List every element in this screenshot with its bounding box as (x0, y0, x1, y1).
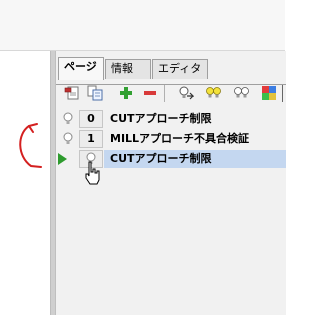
bulb-yellow-icon[interactable] (205, 85, 223, 101)
page-title[interactable]: CUTアプローチ制限 (104, 150, 286, 168)
tab-editor[interactable]: エディタ (152, 59, 208, 79)
toolbar-edge (282, 84, 283, 102)
page-title[interactable]: MILLアプローチ不具合検証 (104, 130, 286, 148)
remove-icon[interactable] (142, 85, 158, 101)
bulb-off-icon (63, 132, 73, 144)
annotation-arrow-icon (19, 123, 42, 168)
bulb-arrow-icon[interactable] (178, 85, 195, 101)
page-number: 1 (79, 130, 103, 148)
tab-info[interactable]: 情報 (105, 59, 151, 79)
page-row[interactable]: 0 CUTアプローチ制限 (56, 109, 286, 129)
add-icon[interactable] (118, 85, 134, 101)
page-new-icon[interactable] (64, 85, 80, 101)
canvas-area[interactable] (0, 51, 50, 315)
page-title[interactable]: CUTアプローチ制限 (104, 110, 286, 128)
hand-cursor-icon (85, 161, 100, 185)
tab-strip: ページ 情報 エディタ (56, 57, 286, 85)
bulb-off-icon (63, 112, 73, 124)
bulb-gray-icon[interactable] (233, 85, 251, 101)
page-number: 0 (79, 110, 103, 128)
palette-icon[interactable] (261, 85, 277, 101)
page-copy-icon[interactable] (87, 85, 103, 101)
tab-divider (56, 84, 286, 85)
current-page-arrow-icon (58, 153, 67, 165)
page-status-cell[interactable] (58, 150, 78, 168)
page-status-cell[interactable] (58, 110, 78, 128)
page-row[interactable]: 1 MILLアプローチ不具合検証 (56, 129, 286, 149)
page-status-cell[interactable] (58, 130, 78, 148)
top-bar (0, 0, 285, 51)
toolbar-separator (164, 84, 165, 102)
tab-page[interactable]: ページ (58, 57, 104, 80)
